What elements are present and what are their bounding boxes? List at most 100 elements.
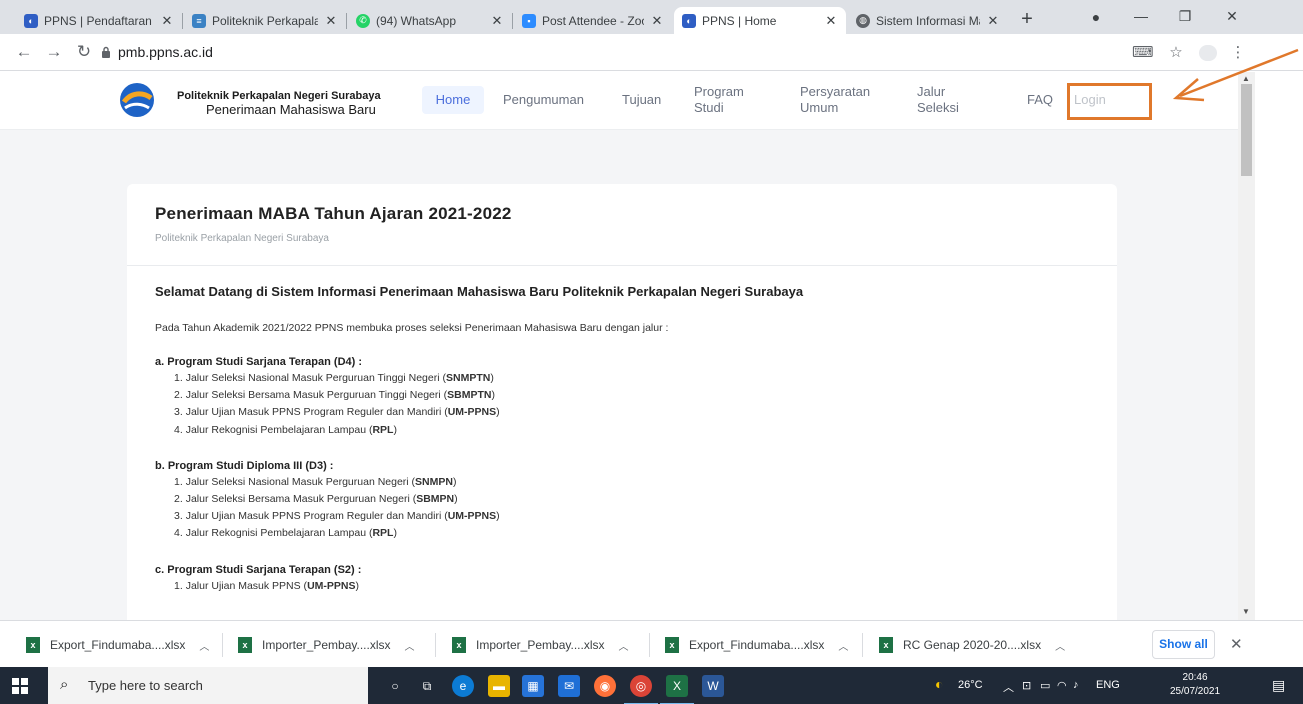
content-card: Penerimaan MABA Tahun Ajaran 2021-2022 P… <box>127 184 1117 620</box>
tab-label: Sistem Informasi Mana <box>876 13 980 28</box>
nav-label: Seleksi <box>917 100 959 115</box>
minimize-button[interactable]: — <box>1131 8 1151 24</box>
reload-button[interactable]: ↻ <box>74 42 94 62</box>
tab-label: (94) WhatsApp <box>376 13 457 28</box>
restore-button[interactable]: ❐ <box>1175 8 1195 25</box>
store-icon[interactable]: ▦ <box>522 675 544 697</box>
weather-temp[interactable]: 26°C <box>958 679 983 691</box>
download-item[interactable]: x RC Genap 2020-20....xlsx ︿ <box>879 631 1065 659</box>
download-item[interactable]: x Export_Findumaba....xlsx ︿ <box>665 631 848 659</box>
list-item: 2. Jalur Seleksi Bersama Masuk Perguruan… <box>174 389 495 401</box>
tab-search-icon[interactable]: ● <box>1086 9 1106 25</box>
close-window-button[interactable]: ✕ <box>1222 8 1242 25</box>
excel-icon[interactable]: X <box>660 675 694 704</box>
tab-politeknik[interactable]: ≡ Politeknik Perkapalan N ✕ <box>184 7 346 34</box>
tab-divider <box>512 13 513 29</box>
mail-icon[interactable]: ✉ <box>558 675 580 697</box>
tab-whatsapp[interactable]: ✆ (94) WhatsApp ✕ <box>348 7 512 34</box>
system-clock[interactable]: 20:46 25/07/2021 <box>1170 671 1220 699</box>
close-tab-icon[interactable]: ✕ <box>650 13 664 29</box>
nav-label: Persyaratan <box>800 84 871 99</box>
ppns-favicon-icon: ◐ <box>682 13 696 28</box>
close-tab-icon[interactable]: ✕ <box>986 13 1000 29</box>
nav-label: Umum <box>800 100 839 115</box>
excel-file-icon: x <box>879 637 893 653</box>
tab-label: PPNS | Home <box>702 13 777 28</box>
download-filename: Importer_Pembay....xlsx <box>476 638 605 652</box>
wifi-icon[interactable]: ◠ <box>1057 679 1067 692</box>
divider <box>649 633 650 657</box>
cortana-icon[interactable]: ○ <box>384 675 406 697</box>
divider <box>862 633 863 657</box>
battery-icon[interactable]: ▭ <box>1040 679 1050 692</box>
site-navbar: Politeknik Perkapalan Negeri Surabaya Pe… <box>0 72 1238 130</box>
input-language[interactable]: ENG <box>1096 679 1120 691</box>
nav-program-studi[interactable]: Program Studi <box>694 84 744 116</box>
tab-sistem-informasi[interactable]: ◍ Sistem Informasi Mana ✕ <box>848 7 1008 34</box>
volume-icon[interactable]: ♪ <box>1073 679 1079 691</box>
tab-ppns-home[interactable]: ◐ PPNS | Home ✕ <box>674 7 846 34</box>
file-explorer-icon[interactable]: ▬ <box>488 675 510 697</box>
download-item[interactable]: x Export_Findumaba....xlsx ︿ <box>26 631 209 659</box>
close-tab-icon[interactable]: ✕ <box>324 13 338 29</box>
annotation-highlight-box <box>1067 83 1152 120</box>
chevron-up-icon[interactable]: ︿ <box>404 638 414 653</box>
nav-tujuan[interactable]: Tujuan <box>622 92 661 108</box>
translate-icon[interactable]: ⌨ <box>1132 43 1154 61</box>
excel-file-icon: x <box>452 637 466 653</box>
close-downloads-icon[interactable]: ✕ <box>1230 635 1243 653</box>
page-scrollbar[interactable]: ▲ ▼ <box>1238 72 1255 620</box>
close-tab-icon[interactable]: ✕ <box>160 13 174 29</box>
chrome-icon[interactable]: ◎ <box>624 675 658 704</box>
new-tab-button[interactable]: + <box>1016 9 1038 29</box>
close-tab-icon[interactable]: ✕ <box>824 13 838 29</box>
taskbar-search[interactable]: ⌕ Type here to search <box>48 667 368 704</box>
network-icon[interactable]: ⊡ <box>1022 679 1031 692</box>
tab-zoom[interactable]: ▪ Post Attendee - Zoom ✕ <box>514 7 672 34</box>
excel-file-icon: x <box>26 637 40 653</box>
download-item[interactable]: x Importer_Pembay....xlsx ︿ <box>238 631 414 659</box>
welcome-heading: Selamat Datang di Sistem Informasi Pener… <box>155 284 804 299</box>
download-filename: Export_Findumaba....xlsx <box>689 638 825 652</box>
close-tab-icon[interactable]: ✕ <box>490 13 504 29</box>
download-item[interactable]: x Importer_Pembay....xlsx ︿ <box>452 631 628 659</box>
forward-button[interactable]: → <box>44 42 64 62</box>
list-item: 1. Jalur Seleksi Nasional Masuk Pergurua… <box>174 476 457 488</box>
nav-faq[interactable]: FAQ <box>1027 92 1053 108</box>
chevron-up-icon[interactable]: ︿ <box>618 638 628 653</box>
politeknik-favicon-icon: ≡ <box>192 13 206 28</box>
list-item: 4. Jalur Rekognisi Pembelajaran Lampau (… <box>174 424 397 436</box>
windows-start-icon[interactable] <box>12 678 28 694</box>
show-all-button[interactable]: Show all <box>1152 630 1215 659</box>
download-filename: Importer_Pembay....xlsx <box>262 638 391 652</box>
firefox-icon[interactable]: ◉ <box>594 675 616 697</box>
card-header: Penerimaan MABA Tahun Ajaran 2021-2022 P… <box>127 184 1117 266</box>
section-heading: a. Program Studi Sarjana Terapan (D4) : <box>155 356 363 368</box>
list-item: 3. Jalur Ujian Masuk PPNS Program Regule… <box>174 510 500 522</box>
scroll-down-icon[interactable]: ▼ <box>1242 607 1250 616</box>
show-hidden-icons-icon[interactable]: ︿ <box>1003 679 1014 695</box>
task-view-icon[interactable]: ⧉ <box>416 675 438 697</box>
clock-time: 20:46 <box>1182 672 1208 683</box>
browser-toolbar: ← → ↻ pmb.ppns.ac.id ⌨ ☆ ⋮ <box>0 34 1303 71</box>
chevron-up-icon[interactable]: ︿ <box>838 638 848 653</box>
tab-divider <box>346 13 347 29</box>
back-button[interactable]: ← <box>14 42 34 62</box>
section-heading: b. Program Studi Diploma III (D3) : <box>155 460 334 472</box>
chevron-up-icon[interactable]: ︿ <box>199 638 209 653</box>
chevron-up-icon[interactable]: ︿ <box>1055 638 1065 653</box>
nav-jalur-seleksi[interactable]: Jalur Seleksi <box>917 84 959 116</box>
nav-home[interactable]: Home <box>422 86 484 114</box>
nav-persyaratan-umum[interactable]: Persyaratan Umum <box>800 84 870 116</box>
address-bar[interactable]: pmb.ppns.ac.id <box>118 44 213 60</box>
edge-icon[interactable]: e <box>452 675 474 697</box>
word-icon[interactable]: W <box>702 675 724 697</box>
list-item: 1. Jalur Ujian Masuk PPNS (UM-PPNS) <box>174 580 359 592</box>
nav-pengumuman[interactable]: Pengumuman <box>503 92 584 108</box>
notifications-icon[interactable]: ▤ <box>1272 677 1285 694</box>
lock-icon <box>102 46 110 58</box>
list-item: 1. Jalur Seleksi Nasional Masuk Pergurua… <box>174 372 494 384</box>
tab-ppns-pendaftaran[interactable]: ◐ PPNS | Pendaftaran M ✕ <box>16 7 182 34</box>
page-subtitle: Politeknik Perkapalan Negeri Surabaya <box>155 233 329 244</box>
divider <box>435 633 436 657</box>
